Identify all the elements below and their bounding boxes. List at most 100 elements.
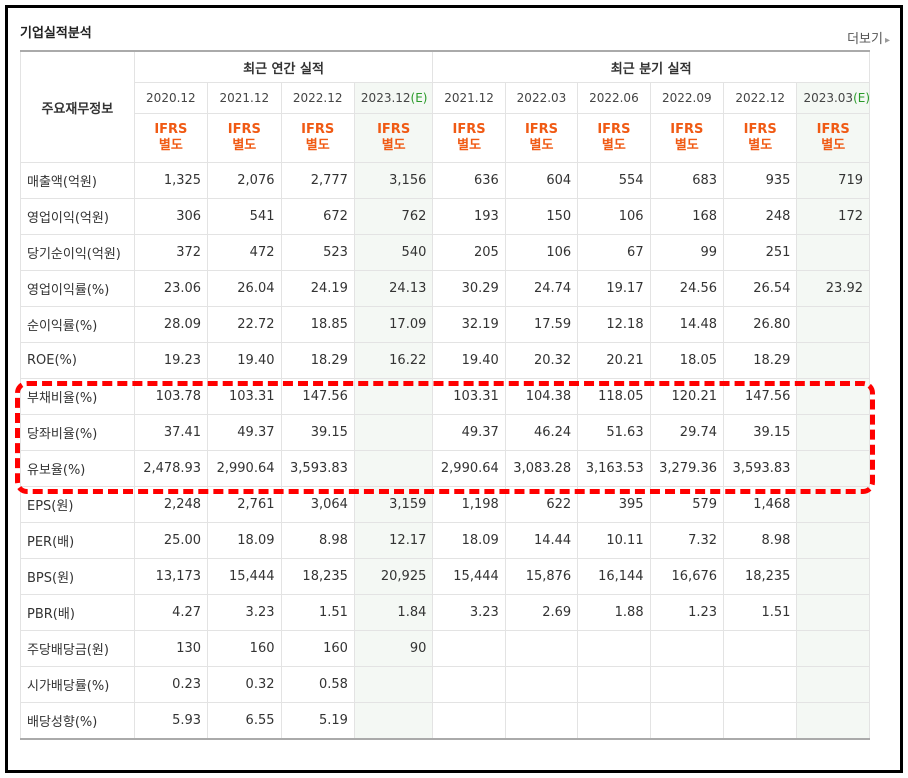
table-cell: 3,593.83 (723, 450, 798, 487)
table-cell (796, 630, 870, 667)
table-cell: 20.21 (577, 342, 651, 379)
table-cell: 604 (504, 162, 579, 199)
table-cell (432, 702, 506, 740)
period-date: 2022.06 (577, 82, 651, 114)
table-cell: 2,761 (207, 486, 282, 523)
table-cell: 17.09 (353, 306, 434, 343)
table-cell: 120.21 (649, 378, 725, 415)
table-cell: 23.92 (796, 270, 870, 307)
table-cell: 160 (207, 630, 282, 667)
table-cell: 49.37 (207, 414, 282, 451)
row-label: ROE(%) (20, 342, 135, 379)
separate-label: 별도 (529, 138, 554, 153)
period-date-text: 2021.12 (219, 91, 270, 105)
table-cell (796, 486, 870, 523)
table-cell: 168 (649, 198, 725, 235)
more-link[interactable]: 더보기 ▸ (847, 28, 890, 47)
table-cell: 18.85 (280, 306, 355, 343)
period-date-text: 2023.03 (803, 91, 854, 105)
table-cell (649, 630, 725, 667)
table-cell: 2,076 (207, 162, 282, 199)
table-cell: 2,478.93 (133, 450, 209, 487)
table-cell (723, 702, 798, 740)
table-cell: 12.17 (353, 522, 434, 559)
ifrs-label: IFRS (154, 122, 188, 137)
separate-label: 별도 (305, 138, 330, 153)
table-cell: 49.37 (432, 414, 506, 451)
table-row: PBR(배) 4.27 3.23 1.51 1.84 3.23 2.69 1.88 1.23 1.… (20, 594, 870, 631)
table-cell: 205 (432, 234, 506, 271)
table-row: 영업이익률(%) 23.06 26.04 24.19 24.13 30.29 24.74 19… (20, 270, 870, 307)
table-cell: 18.09 (432, 522, 506, 559)
financial-table: 주요재무정보 최근 연간 실적 최근 분기 실적 2020.12 2021.12 2022… (20, 50, 870, 740)
separate-label: 별도 (748, 138, 773, 153)
row-label: EPS(원) (20, 486, 135, 523)
table-cell (796, 702, 870, 740)
ifrs-label: IFRS (452, 122, 486, 137)
period-date: 2020.12 (133, 82, 209, 114)
table-cell (723, 666, 798, 703)
chevron-right-icon: ▸ (884, 35, 890, 46)
table-cell: 579 (649, 486, 725, 523)
table-cell: 523 (280, 234, 355, 271)
header-ifrs-row: IFRS 별도 IFRS 별도 IFRS 별도 IFRS 별도 IFRS 별도 IFRS 별도 IFRS… (21, 113, 870, 163)
table-row: 당좌비율(%) 37.41 49.37 39.15 49.37 46.24 51.63 29.… (20, 414, 870, 451)
table-cell: 0.58 (280, 666, 355, 703)
table-row: 매출액(억원) 1,325 2,076 2,777 3,156 636 604 554 683 9… (20, 162, 870, 199)
table-cell: 0.23 (133, 666, 209, 703)
period-date-text: 2022.03 (516, 91, 567, 105)
table-cell: 18.29 (280, 342, 355, 379)
header-date-row: 2020.12 2021.12 2022.12 2023.12(E) 2021.12 20… (21, 82, 870, 114)
table-cell (577, 630, 651, 667)
table-cell: 3,593.83 (280, 450, 355, 487)
table-cell: 147.56 (280, 378, 355, 415)
table-cell: 172 (796, 198, 870, 235)
table-cell: 1.88 (577, 594, 651, 631)
table-cell: 5.93 (133, 702, 209, 740)
table-cell: 20.32 (504, 342, 579, 379)
row-label: PBR(배) (20, 594, 135, 631)
table-cell: 19.40 (207, 342, 282, 379)
table-cell: 248 (723, 198, 798, 235)
row-label: BPS(원) (20, 558, 135, 595)
table-cell: 24.74 (504, 270, 579, 307)
table-cell: 2,248 (133, 486, 209, 523)
table-row: PER(배) 25.00 18.09 8.98 12.17 18.09 14.44 10.11… (20, 522, 870, 559)
table-cell: 762 (353, 198, 434, 235)
table-cell (577, 702, 651, 740)
table-row: 당기순이익(억원) 372 472 523 540 205 106 67 99 251 (20, 234, 870, 271)
ifrs-basis: IFRS 별도 (577, 113, 651, 163)
table-cell: 5.19 (280, 702, 355, 740)
period-date: 2022.12 (723, 82, 798, 114)
table-cell: 67 (577, 234, 651, 271)
table-cell (796, 450, 870, 487)
ifrs-basis: IFRS 별도 (432, 113, 506, 163)
table-cell: 26.04 (207, 270, 282, 307)
table-cell: 3,163.53 (577, 450, 651, 487)
table-cell (353, 378, 434, 415)
table-cell: 103.31 (207, 378, 282, 415)
table-cell (796, 342, 870, 379)
table-cell: 672 (280, 198, 355, 235)
table-cell: 20,925 (353, 558, 434, 595)
table-row: 부채비율(%) 103.78 103.31 147.56 103.31 104.38 118… (20, 378, 870, 415)
ifrs-basis: IFRS 별도 (133, 113, 209, 163)
table-cell: 2,990.64 (432, 450, 506, 487)
table-cell: 540 (353, 234, 434, 271)
ifrs-basis: IFRS 별도 (723, 113, 798, 163)
table-cell: 16,144 (577, 558, 651, 595)
table-cell: 26.80 (723, 306, 798, 343)
period-date: 2022.09 (649, 82, 725, 114)
estimate-mark: (E) (853, 91, 870, 105)
group-annual: 최근 연간 실적 (133, 50, 434, 83)
table-cell: 1,198 (432, 486, 506, 523)
table-cell: 3.23 (207, 594, 282, 631)
row-label: 당기순이익(억원) (20, 234, 135, 271)
table-cell: 39.15 (280, 414, 355, 451)
table-cell: 3,159 (353, 486, 434, 523)
ifrs-basis: IFRS 별도 (504, 113, 579, 163)
table-cell: 4.27 (133, 594, 209, 631)
ifrs-label: IFRS (377, 122, 411, 137)
ifrs-label: IFRS (301, 122, 335, 137)
separate-label: 별도 (158, 138, 183, 153)
